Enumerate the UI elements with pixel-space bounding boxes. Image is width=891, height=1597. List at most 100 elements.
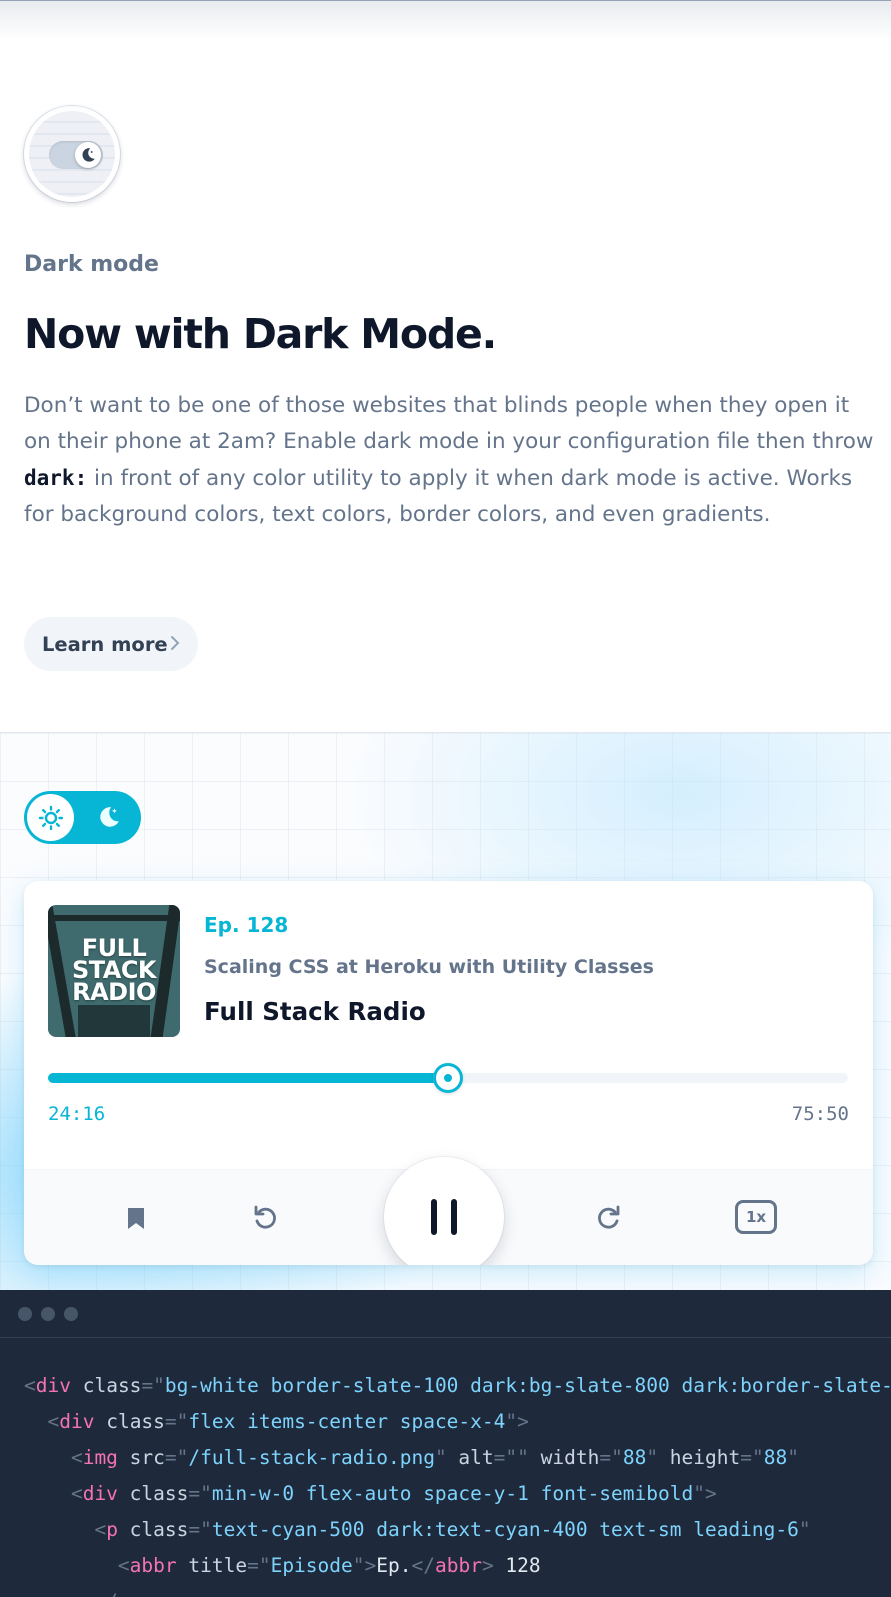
learn-more-label: Learn more xyxy=(42,632,168,656)
code-token: class xyxy=(117,1482,189,1505)
code-token: =" xyxy=(188,1482,212,1505)
code-token: < xyxy=(24,1374,36,1397)
progress-fill xyxy=(48,1073,448,1083)
cover-girder xyxy=(78,1005,150,1037)
show-name: Full Stack Radio xyxy=(204,997,426,1026)
code-token: div xyxy=(35,1374,71,1397)
total-time: 75:50 xyxy=(791,1103,849,1125)
code-token: /full-stack-radio.png xyxy=(188,1446,435,1469)
code-line: <p class="text-cyan-500 dark:text-cyan-4… xyxy=(0,1512,891,1548)
code-token: flex items-center space-x-4 xyxy=(188,1410,506,1433)
player-controls: 1x xyxy=(24,1157,873,1265)
dark-variant-code: dark: xyxy=(24,466,88,490)
code-token: =" xyxy=(599,1446,623,1469)
window-dot xyxy=(64,1306,78,1321)
code-line: <div class="min-w-0 flex-auto space-y-1 … xyxy=(0,1476,891,1512)
code-token: width xyxy=(528,1446,600,1469)
code-token: 88 xyxy=(622,1446,647,1469)
code-token: class xyxy=(94,1410,165,1433)
description-text-start: Don’t want to be one of those websites t… xyxy=(24,393,874,454)
episode-title: Scaling CSS at Heroku with Utility Class… xyxy=(204,956,654,978)
moon-icon xyxy=(75,142,101,168)
code-line: <div class="flex items-center space-x-4"… xyxy=(0,1404,891,1440)
code-token: > xyxy=(130,1590,142,1597)
code-token: div xyxy=(59,1410,95,1433)
code-line: <div class="bg-white border-slate-100 da… xyxy=(0,1368,891,1404)
code-token: " xyxy=(434,1446,447,1469)
description-text-end: in front of any color utility to apply i… xyxy=(24,466,853,527)
code-token: alt xyxy=(446,1446,494,1469)
window-dot xyxy=(41,1306,55,1321)
code-token: p xyxy=(118,1590,130,1597)
current-time: 24:16 xyxy=(48,1103,106,1125)
code-token: title xyxy=(176,1554,248,1577)
pause-button[interactable] xyxy=(384,1157,504,1265)
code-token: " xyxy=(646,1446,659,1469)
cover-girder xyxy=(48,915,180,921)
code-token: min-w-0 flex-auto space-y-1 font-semibol… xyxy=(211,1482,694,1505)
chevron-right-icon xyxy=(171,636,180,650)
fast-forward-icon[interactable] xyxy=(590,1200,626,1236)
code-token: =" xyxy=(164,1410,189,1433)
pause-icon xyxy=(431,1199,457,1235)
playback-speed-button[interactable]: 1x xyxy=(735,1200,777,1234)
code-line: </p> xyxy=(0,1584,891,1597)
code-token: Ep. xyxy=(376,1554,412,1577)
section-headline: Now with Dark Mode. xyxy=(24,310,497,358)
code-token: class xyxy=(70,1374,142,1397)
rewind-icon[interactable] xyxy=(248,1200,284,1236)
section-description: Don’t want to be one of those websites t… xyxy=(24,388,876,533)
code-token: abbr xyxy=(434,1554,482,1577)
window-dot xyxy=(18,1306,32,1321)
code-token: " xyxy=(787,1446,799,1469)
illustration-background xyxy=(29,111,115,197)
code-token: =" xyxy=(247,1554,271,1577)
code-token: class xyxy=(117,1518,189,1541)
podcast-player-card: FULL STACK RADIO Ep. 128 Scaling CSS at … xyxy=(24,881,873,1265)
code-token: bg-white border-slate-100 dark:bg-slate-… xyxy=(164,1374,891,1397)
section-eyebrow: Dark mode xyxy=(24,252,159,277)
code-token: =" xyxy=(740,1446,764,1469)
bookmark-icon[interactable] xyxy=(118,1200,154,1236)
cover-title: FULL STACK RADIO xyxy=(48,936,180,1006)
code-token: ="" xyxy=(493,1446,529,1469)
progress-handle[interactable] xyxy=(433,1063,463,1093)
code-window: <div class="bg-white border-slate-100 da… xyxy=(0,1290,891,1597)
code-token: p xyxy=(106,1518,118,1541)
code-token: < xyxy=(24,1410,60,1433)
illustration-toggle-track xyxy=(49,141,103,169)
code-token: abbr xyxy=(129,1554,177,1577)
code-token: < xyxy=(24,1446,83,1469)
code-token: "> xyxy=(352,1554,377,1577)
code-token: height xyxy=(658,1446,741,1469)
moon-icon[interactable] xyxy=(96,804,122,830)
sun-icon[interactable] xyxy=(27,794,74,841)
code-token: < xyxy=(24,1518,107,1541)
episode-number: Ep. 128 xyxy=(204,913,289,937)
code-token: src xyxy=(117,1446,165,1469)
code-window-titlebar xyxy=(0,1290,891,1338)
code-token: < xyxy=(24,1554,130,1577)
code-line: <abbr title="Episode">Ep.</abbr> 128 xyxy=(0,1548,891,1584)
code-token: </ xyxy=(24,1590,117,1597)
code-token: 128 xyxy=(493,1554,541,1577)
code-token: </ xyxy=(411,1554,435,1577)
code-token: " xyxy=(798,1518,811,1541)
code-token: Episode xyxy=(270,1554,353,1577)
code-token: =" xyxy=(141,1374,165,1397)
code-line: <img src="/full-stack-radio.png" alt="" … xyxy=(0,1440,891,1476)
code-token: =" xyxy=(188,1518,212,1541)
top-edge-shadow xyxy=(0,0,891,40)
code-token: > xyxy=(481,1554,494,1577)
code-token: div xyxy=(82,1482,118,1505)
code-token: text-cyan-500 dark:text-cyan-400 text-sm… xyxy=(211,1518,799,1541)
learn-more-button[interactable]: Learn more xyxy=(24,617,198,671)
code-block: <div class="bg-white border-slate-100 da… xyxy=(0,1338,891,1597)
code-token: =" xyxy=(164,1446,189,1469)
code-token: img xyxy=(82,1446,118,1469)
theme-switch[interactable] xyxy=(24,791,141,844)
progress-bar[interactable] xyxy=(48,1063,848,1093)
cover-line: RADIO xyxy=(72,978,156,1006)
dark-mode-toggle-illustration-icon xyxy=(24,106,120,202)
code-token: < xyxy=(24,1482,83,1505)
